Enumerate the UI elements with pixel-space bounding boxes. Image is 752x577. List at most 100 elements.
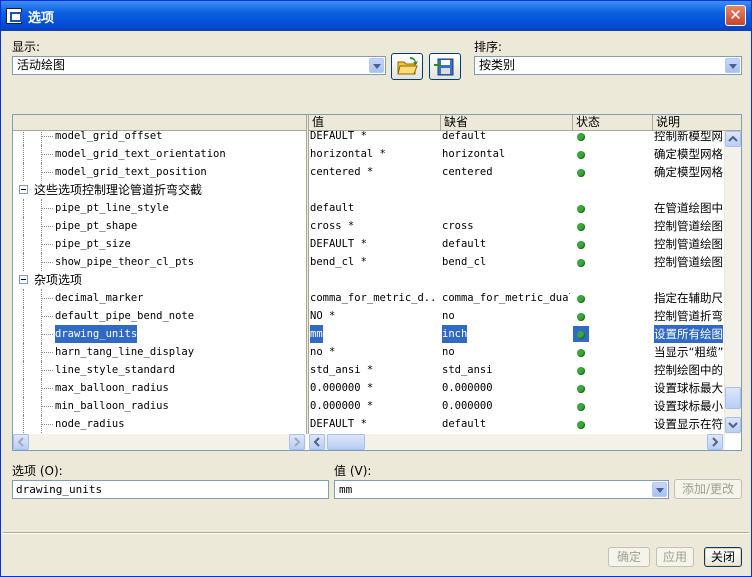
- tree-connector: [41, 244, 53, 245]
- table-row[interactable]: model_grid_text_orientation horizontal * h…: [13, 145, 725, 163]
- tree-connector: [23, 343, 24, 361]
- collapse-icon[interactable]: [19, 275, 28, 284]
- column-header-description[interactable]: 说明: [652, 115, 741, 131]
- status-ok-icon: [577, 241, 585, 249]
- option-input[interactable]: drawing_units: [12, 480, 329, 499]
- option-default-cell: no: [442, 346, 455, 358]
- chevron-down-icon[interactable]: [652, 482, 667, 497]
- scroll-left-button[interactable]: [309, 434, 325, 450]
- table-row[interactable]: max_balloon_radius 0.000000 * 0.000000 设置球标…: [13, 379, 725, 397]
- tree-connector: [23, 361, 24, 379]
- option-value-cell: horizontal *: [310, 148, 386, 160]
- sort-select[interactable]: 按类别: [474, 56, 742, 75]
- tree-connector: [41, 172, 53, 173]
- tree-connector: [23, 131, 24, 145]
- option-default-cell: no: [442, 310, 455, 322]
- option-value-cell: mm: [310, 325, 323, 343]
- scroll-right-button[interactable]: [289, 434, 305, 450]
- table-row[interactable]: pipe_pt_shape cross * cross 控制管道绘图: [13, 217, 725, 235]
- table-row[interactable]: default_pipe_bend_note NO * no 控制管道折弯: [13, 307, 725, 325]
- column-splitter[interactable]: [306, 115, 309, 434]
- tree-connector: [23, 289, 24, 307]
- table-row[interactable]: model_grid_offset DEFAULT * default 控制新模型网: [13, 131, 725, 145]
- collapse-icon[interactable]: [19, 185, 28, 194]
- table-row[interactable]: pipe_pt_size DEFAULT * default 控制管道绘图: [13, 235, 725, 253]
- option-value-cell: DEFAULT *: [310, 131, 367, 142]
- column-header-name[interactable]: [13, 115, 306, 131]
- table-row[interactable]: line_style_standard std_ansi * std_ansi 控制绘…: [13, 361, 725, 379]
- ok-button[interactable]: 确定: [608, 547, 650, 567]
- table-row[interactable]: harn_tang_line_display no * no 当显示“粗缆”: [13, 343, 725, 361]
- option-name-cell: model_grid_text_orientation: [55, 148, 226, 160]
- add-change-button[interactable]: 添加/更改: [674, 479, 742, 499]
- column-header-status[interactable]: 状态: [572, 115, 652, 131]
- value-select[interactable]: mm: [334, 480, 669, 499]
- option-default-cell: cross: [442, 220, 474, 232]
- chevron-right-icon: [294, 437, 301, 447]
- option-value-cell: cross *: [310, 220, 355, 232]
- table-row[interactable]: pipe_pt_line_style default 在管道绘图中: [13, 199, 725, 217]
- table-row[interactable]: model_grid_text_position centered * center…: [13, 163, 725, 181]
- window-close-button[interactable]: ✕: [725, 5, 746, 26]
- table-row[interactable]: node_radius DEFAULT * default 设置显示在符: [13, 415, 725, 433]
- column-header-default[interactable]: 缺省: [440, 115, 572, 131]
- option-name-cell: model_grid_text_position: [55, 166, 207, 178]
- option-value-cell: NO *: [310, 310, 336, 322]
- table-row[interactable]: drawing_units mm inch 设置所有绘图: [13, 325, 725, 343]
- scroll-up-button[interactable]: [725, 131, 741, 147]
- option-default-cell: default: [442, 418, 487, 430]
- save-config-button[interactable]: [429, 53, 461, 80]
- scroll-right-button[interactable]: [707, 434, 723, 450]
- tree-connector: [41, 388, 53, 389]
- tree-connector: [23, 235, 24, 253]
- option-default-cell: default: [442, 131, 487, 142]
- table-row[interactable]: min_balloon_radius 0.000000 * 0.000000 设置球标…: [13, 397, 725, 415]
- chevron-up-icon: [728, 135, 738, 142]
- table-row[interactable]: show_pipe_theor_cl_pts bend_cl * bend_cl 控制…: [13, 253, 725, 271]
- table-row[interactable]: decimal_marker comma_for_metric_d... comma…: [13, 289, 725, 307]
- group-row[interactable]: 这些选项控制理论管道折弯交截: [13, 181, 725, 199]
- options-dialog: 选项 ✕ 显示: 活动绘图 排序: 按类别 值 缺省 状态 说明 model_g…: [0, 0, 752, 577]
- column-header-value[interactable]: 值: [308, 115, 440, 131]
- sort-label: 排序:: [474, 40, 503, 54]
- option-description-cell: 设置球标最大: [654, 381, 723, 395]
- display-select[interactable]: 活动绘图: [12, 56, 386, 75]
- tree-connector: [23, 145, 24, 163]
- status-ok-icon: [577, 295, 585, 303]
- tree-connector: [23, 163, 24, 181]
- scroll-thumb[interactable]: [725, 387, 741, 409]
- apply-button[interactable]: 应用: [656, 547, 694, 567]
- chevron-down-icon[interactable]: [369, 58, 384, 73]
- option-description-cell: 控制绘图中的: [654, 363, 723, 377]
- scroll-left-button[interactable]: [13, 434, 29, 450]
- status-ok-icon: [577, 205, 585, 213]
- option-description-cell: 设置显示在符: [654, 417, 723, 431]
- group-row[interactable]: 杂项选项: [13, 271, 725, 289]
- option-description-cell: 设置球标最小: [654, 399, 723, 413]
- option-name-cell: harn_tang_line_display: [55, 346, 195, 358]
- options-table: 值 缺省 状态 说明 model_grid_offset DEFAULT * def…: [12, 114, 742, 451]
- scroll-thumb[interactable]: [327, 434, 365, 450]
- open-config-button[interactable]: [391, 53, 423, 80]
- option-value-cell: 0.000000 *: [310, 400, 374, 412]
- title-bar[interactable]: 选项 ✕: [1, 1, 751, 31]
- chevron-down-icon[interactable]: [725, 58, 740, 73]
- values-horizontal-scrollbar[interactable]: [309, 434, 725, 450]
- scroll-down-button[interactable]: [725, 417, 741, 433]
- window-title: 选项: [28, 11, 55, 26]
- option-value-cell: DEFAULT *: [310, 238, 367, 250]
- close-button[interactable]: 关闭: [704, 547, 742, 567]
- option-default-cell: centered: [442, 166, 493, 178]
- tree-connector: [41, 370, 53, 371]
- vertical-scrollbar[interactable]: [724, 131, 741, 434]
- status-ok-icon: [577, 313, 585, 321]
- status-ok-icon: [577, 349, 585, 357]
- name-horizontal-scrollbar[interactable]: [13, 434, 306, 450]
- option-description-cell: 当显示“粗缆”: [654, 345, 724, 359]
- table-body: model_grid_offset DEFAULT * default 控制新模型网 m…: [13, 131, 725, 434]
- status-ok-icon: [577, 385, 585, 393]
- option-name-cell: line_style_standard: [55, 364, 176, 376]
- option-value-cell: no *: [310, 346, 336, 358]
- option-description-cell: 控制管道绘图: [654, 219, 723, 233]
- option-description-cell: 确定模型网格: [654, 165, 723, 179]
